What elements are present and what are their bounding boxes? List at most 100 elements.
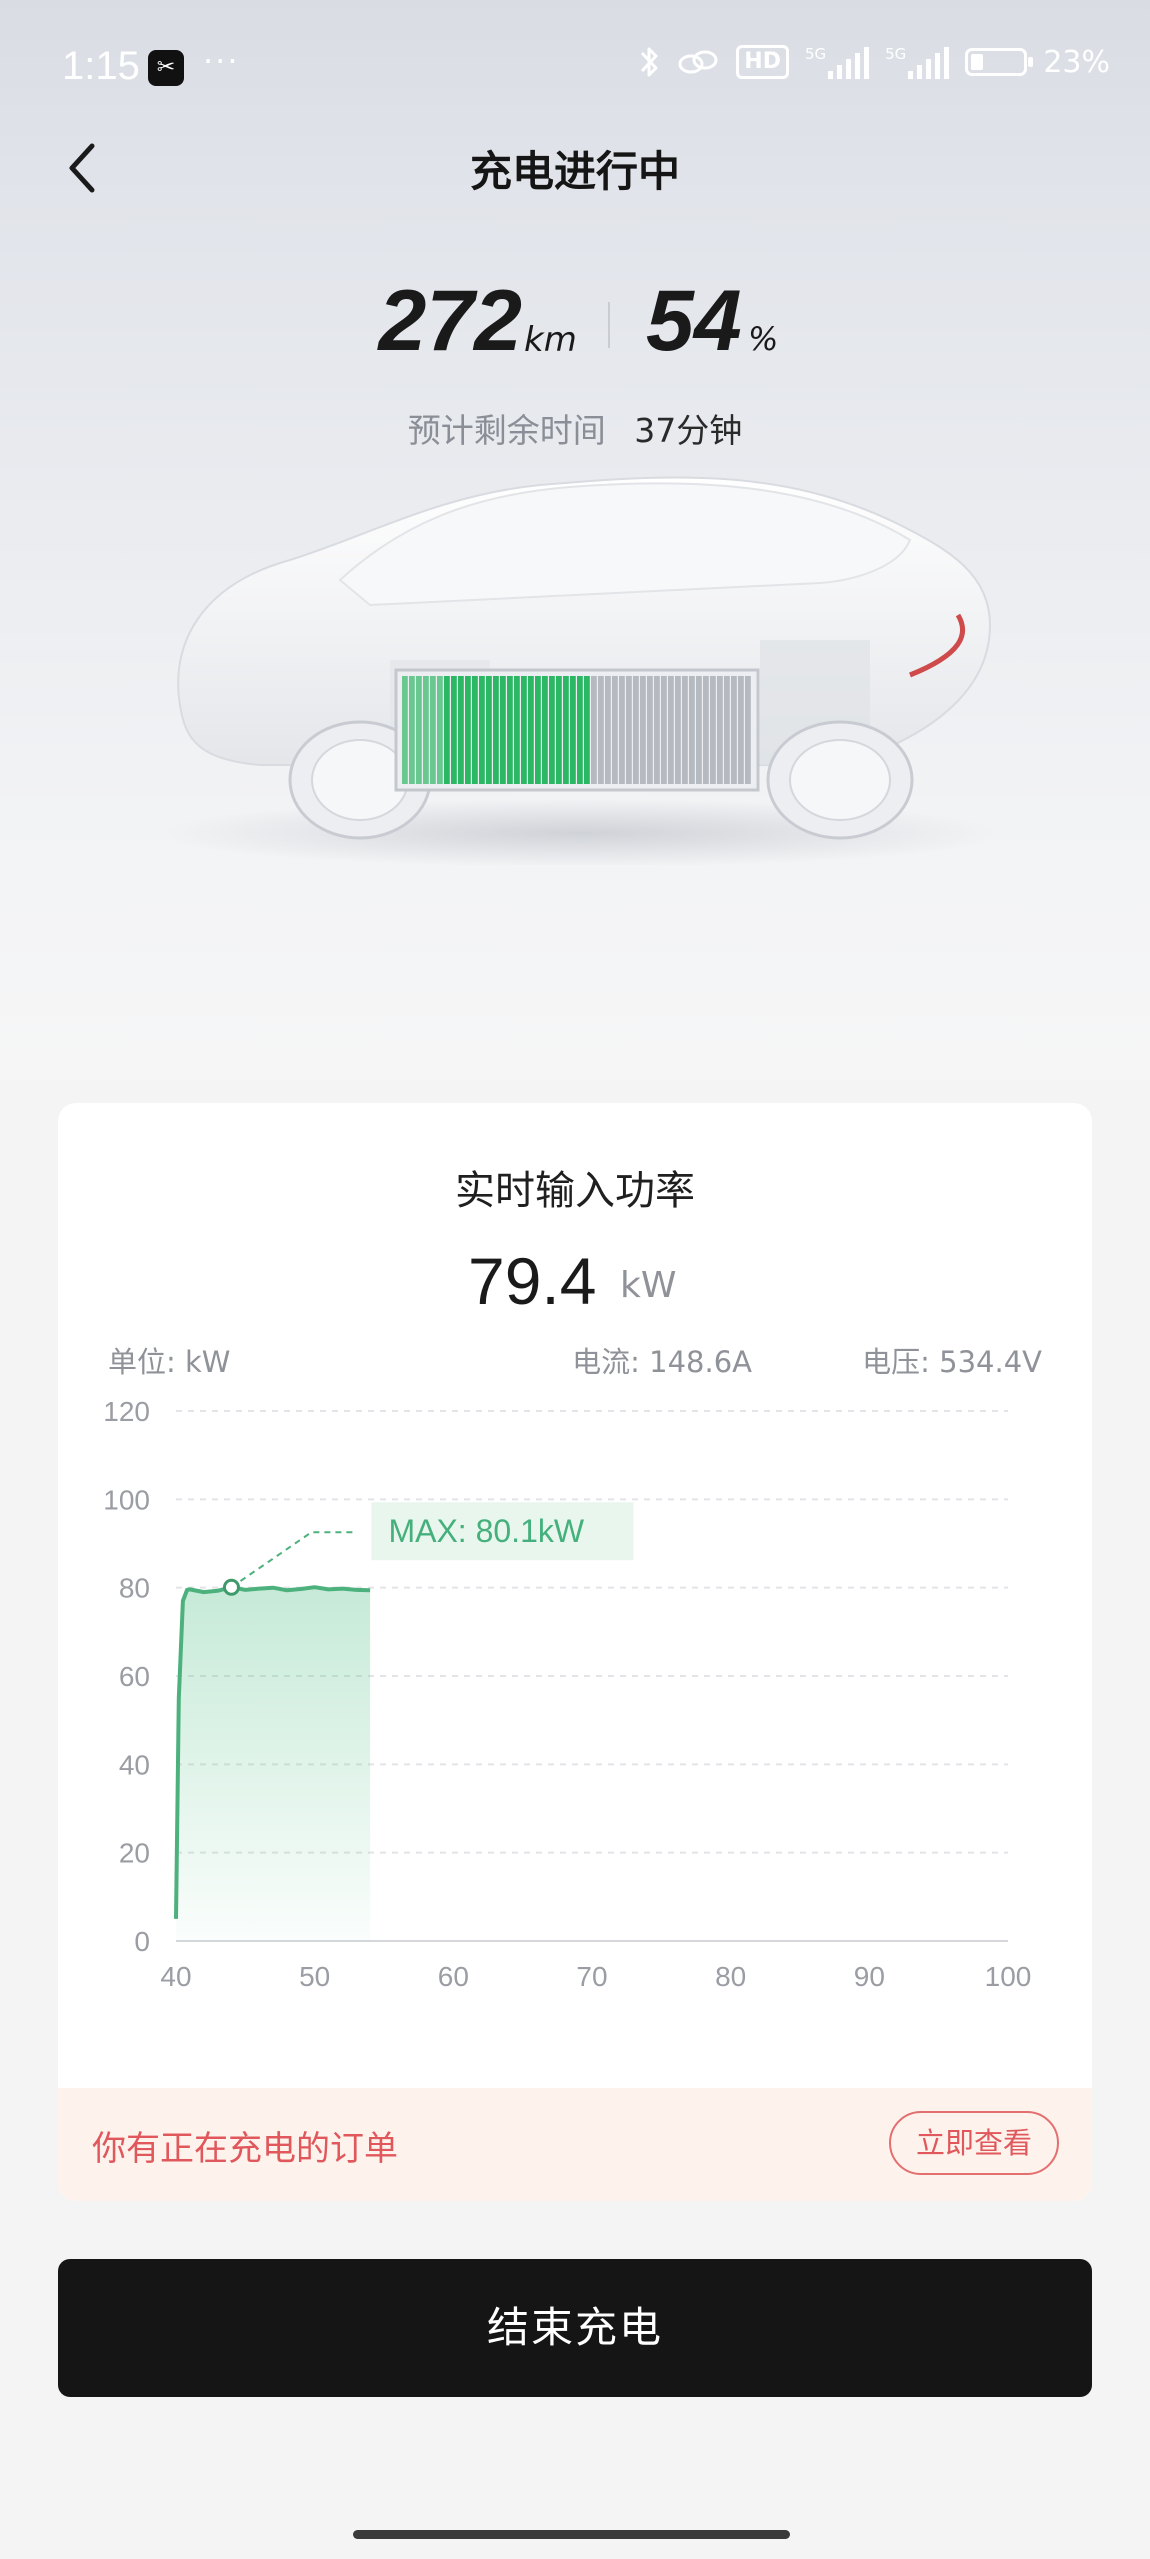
- signal-2-label: 5G: [885, 45, 907, 63]
- battery-cell: [738, 676, 744, 784]
- battery-percent: 23%: [1043, 44, 1110, 80]
- battery-cell: [486, 676, 492, 784]
- max-label: MAX: 80.1kW: [388, 1513, 584, 1549]
- battery-icon: [965, 48, 1034, 76]
- page-title: 充电进行中: [469, 147, 680, 196]
- max-point-marker: [222, 1578, 240, 1596]
- battery-cell: [640, 676, 646, 784]
- charging-summary: 272 km 54 %: [0, 272, 1150, 382]
- battery-cell: [451, 676, 457, 784]
- battery-cell: [689, 676, 695, 784]
- power-unit: kW: [620, 1265, 677, 1306]
- y-tick-label: 0: [134, 1926, 150, 1957]
- battery-cell: [430, 676, 436, 784]
- battery-cell: [437, 676, 443, 784]
- power-card: 实时输入功率 79.4 kW 单位: kW 电流: 148.6A 电压: 534…: [58, 1103, 1092, 2201]
- x-tick-label: 40: [160, 1961, 191, 1992]
- x-tick-label: 100: [985, 1961, 1032, 1992]
- order-notice-text: 你有正在充电的订单: [92, 2129, 398, 2169]
- battery-cell: [647, 676, 653, 784]
- battery-cell: [423, 676, 429, 784]
- battery-cell: [598, 676, 604, 784]
- battery-cell: [528, 676, 534, 784]
- max-leader-line: [230, 1531, 357, 1589]
- battery-cell: [416, 676, 422, 784]
- battery-cell: [675, 676, 681, 784]
- battery-cell: [668, 676, 674, 784]
- battery-cell: [493, 676, 499, 784]
- x-tick-label: 60: [438, 1961, 469, 1992]
- battery-cell: [458, 676, 464, 784]
- x-tick-label: 70: [576, 1961, 607, 1992]
- battery-cell: [570, 676, 576, 784]
- battery-cell: [507, 676, 513, 784]
- battery-pack: [394, 668, 760, 792]
- end-charging-button[interactable]: 结束充电: [58, 2259, 1092, 2397]
- battery-cell: [724, 676, 730, 784]
- battery-cell: [605, 676, 611, 784]
- soc-unit: %: [748, 320, 779, 358]
- battery-cell: [444, 676, 450, 784]
- soc-value: 54: [646, 273, 742, 369]
- remaining-time: 预计剩余时间 37分钟: [0, 404, 1150, 452]
- more-notifications-icon: ···: [203, 42, 240, 80]
- charging-order-notice: 你有正在充电的订单 立即查看: [58, 2088, 1092, 2201]
- battery-cell: [402, 676, 408, 784]
- battery-cell: [514, 676, 520, 784]
- view-order-button[interactable]: 立即查看: [889, 2111, 1059, 2175]
- home-indicator[interactable]: [353, 2530, 790, 2539]
- battery-cell: [521, 676, 527, 784]
- battery-cell: [409, 676, 415, 784]
- y-tick-label: 20: [119, 1838, 150, 1869]
- battery-cell: [661, 676, 667, 784]
- app-notification-icon: ✂: [148, 50, 184, 86]
- status-time: 1:15: [62, 44, 140, 88]
- y-tick-label: 40: [119, 1749, 150, 1780]
- battery-cell: [556, 676, 562, 784]
- power-card-title: 实时输入功率: [455, 1168, 695, 1214]
- power-value: 79.4: [468, 1244, 597, 1318]
- battery-cell: [703, 676, 709, 784]
- y-tick-label: 80: [119, 1573, 150, 1604]
- battery-cell: [465, 676, 471, 784]
- battery-cell: [542, 676, 548, 784]
- hd-voice-icon: HD: [736, 45, 789, 79]
- link-icon: [678, 50, 718, 74]
- battery-cell: [633, 676, 639, 784]
- battery-cell: [500, 676, 506, 784]
- status-bar: 1:15 ✂ ··· HD 5G 5G 23%: [0, 0, 1150, 140]
- battery-cell: [710, 676, 716, 784]
- battery-cell: [619, 676, 625, 784]
- power-chart: 020406080100120405060708090100电量(%)MAX: …: [103, 1396, 1032, 1992]
- battery-cell: [549, 676, 555, 784]
- battery-cell: [591, 676, 597, 784]
- x-tick-label: 80: [715, 1961, 746, 1992]
- y-tick-label: 120: [103, 1396, 150, 1427]
- battery-cell: [626, 676, 632, 784]
- signal-1-label: 5G: [804, 45, 827, 63]
- signal-2: 5G: [885, 45, 950, 79]
- y-tick-label: 60: [119, 1661, 150, 1692]
- range-value: 272: [378, 273, 523, 369]
- signal-bars-2-icon: [908, 45, 950, 79]
- eta-label: 预计剩余时间: [407, 411, 606, 450]
- battery-cell: [563, 676, 569, 784]
- bluetooth-icon: [641, 47, 658, 77]
- battery-cell: [479, 676, 485, 784]
- x-tick-label: 50: [299, 1961, 330, 1992]
- battery-fill: [971, 54, 984, 70]
- battery-cell: [472, 676, 478, 784]
- battery-cell: [717, 676, 723, 784]
- signal-1: 5G: [804, 45, 870, 79]
- battery-cell: [577, 676, 583, 784]
- signal-bars-1-icon: [828, 45, 870, 79]
- range-unit: km: [524, 320, 577, 360]
- car-battery-illustration: [160, 476, 1000, 865]
- battery-cell: [682, 676, 688, 784]
- power-area-fill: [176, 1587, 371, 1941]
- battery-cell: [654, 676, 660, 784]
- battery-cell: [584, 676, 590, 784]
- stat-divider: [608, 302, 610, 348]
- battery-cell: [731, 676, 737, 784]
- battery-cell: [612, 676, 618, 784]
